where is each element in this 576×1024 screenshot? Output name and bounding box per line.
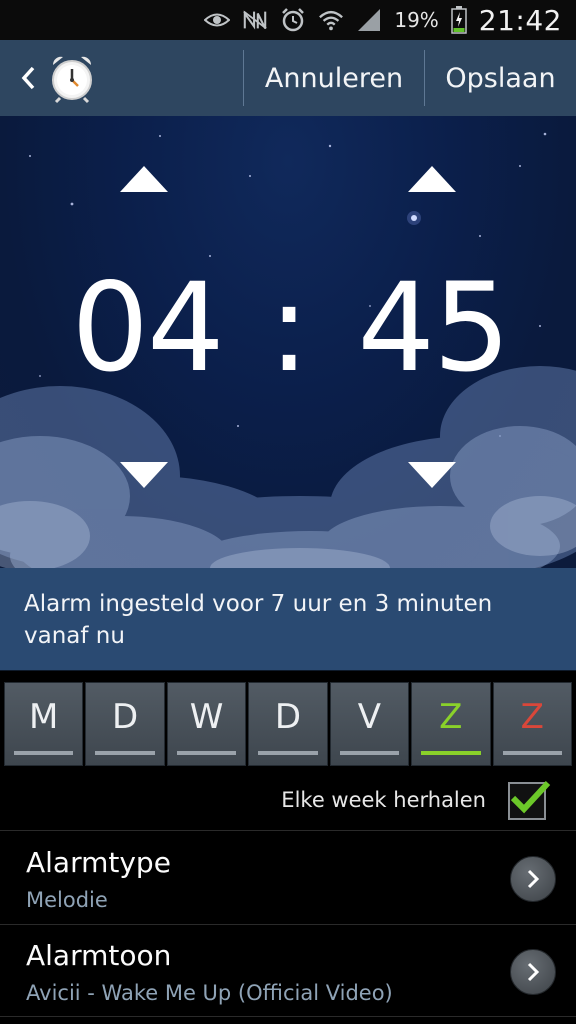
minute-increase-button[interactable] — [404, 162, 460, 198]
action-bar: Annuleren Opslaan — [0, 40, 576, 117]
day-letter: D — [112, 697, 139, 737]
check-icon — [510, 780, 551, 814]
day-toggle-tuesday[interactable]: D — [85, 682, 165, 766]
time-picker: 04 : 45 — [0, 116, 576, 568]
alarm-type-title: Alarmtype — [26, 846, 171, 879]
day-toggle-monday[interactable]: M — [4, 682, 84, 766]
status-icons: 19% 21:42 — [204, 0, 562, 40]
day-letter: D — [274, 697, 302, 737]
signal-icon — [356, 8, 382, 32]
day-letter: Z — [520, 697, 544, 737]
day-letter: W — [189, 697, 224, 737]
minute-decrease-button[interactable] — [404, 456, 460, 492]
triangle-up-icon — [408, 166, 456, 192]
battery-charging-icon — [451, 6, 467, 34]
repeat-weekly-label: Elke week herhalen — [281, 788, 486, 812]
alarm-info-text: Alarm ingesteld voor 7 uur en 3 minuten … — [24, 591, 493, 649]
hour-decrease-button[interactable] — [116, 456, 172, 492]
minutes-value[interactable]: 45 — [338, 258, 528, 398]
day-letter: Z — [439, 697, 463, 737]
alarm-type-value: Melodie — [26, 888, 108, 912]
triangle-up-icon — [120, 166, 168, 192]
triangle-down-icon — [120, 462, 168, 488]
alarm-type-chevron[interactable] — [510, 856, 556, 902]
weekday-selector: M D W D V Z Z — [4, 682, 572, 766]
chevron-right-icon — [527, 962, 540, 982]
day-indicator — [95, 751, 155, 755]
alarm-tone-row[interactable]: Alarmtoon Avicii - Wake Me Up (Official … — [0, 925, 576, 1017]
day-letter: V — [357, 697, 382, 737]
alarm-type-row[interactable]: Alarmtype Melodie — [0, 832, 576, 924]
status-bar: 19% 21:42 — [0, 0, 576, 40]
day-toggle-thursday[interactable]: D — [248, 682, 328, 766]
status-clock: 21:42 — [478, 3, 562, 37]
day-indicator — [421, 751, 481, 755]
repeat-weekly-row[interactable]: Elke week herhalen — [0, 772, 576, 830]
day-indicator — [502, 751, 562, 755]
day-toggle-friday[interactable]: V — [329, 682, 410, 766]
alarm-icon — [280, 8, 306, 32]
triangle-down-icon — [408, 462, 456, 488]
time-separator: : — [268, 257, 309, 399]
save-button[interactable]: Opslaan — [425, 40, 576, 116]
eye-icon — [204, 8, 231, 32]
day-toggle-sunday[interactable]: Z — [492, 682, 572, 766]
day-toggle-saturday[interactable]: Z — [411, 682, 491, 766]
battery-percentage: 19% — [394, 8, 439, 32]
chevron-left-icon — [21, 66, 35, 90]
chevron-right-icon — [527, 869, 540, 889]
alarm-tone-title: Alarmtoon — [26, 939, 172, 972]
day-toggle-wednesday[interactable]: W — [166, 682, 247, 766]
wifi-icon — [318, 8, 344, 32]
hours-value[interactable]: 04 — [52, 258, 242, 398]
alarm-tone-chevron[interactable] — [510, 949, 556, 995]
day-indicator — [176, 751, 237, 755]
hour-increase-button[interactable] — [116, 162, 172, 198]
day-indicator — [14, 751, 74, 755]
alarm-tone-value: Avicii - Wake Me Up (Official Video) — [26, 981, 393, 1005]
divider — [0, 830, 576, 831]
day-indicator — [258, 751, 318, 755]
divider — [0, 1016, 576, 1017]
day-indicator — [339, 751, 400, 755]
nfc-icon — [242, 8, 268, 32]
repeat-weekly-checkbox[interactable] — [508, 780, 551, 820]
day-letter: M — [29, 697, 59, 737]
cancel-button[interactable]: Annuleren — [244, 40, 424, 116]
alarm-clock-icon — [52, 56, 92, 104]
back-button[interactable] — [8, 40, 48, 116]
alarm-info-banner: Alarm ingesteld voor 7 uur en 3 minuten … — [0, 568, 576, 671]
